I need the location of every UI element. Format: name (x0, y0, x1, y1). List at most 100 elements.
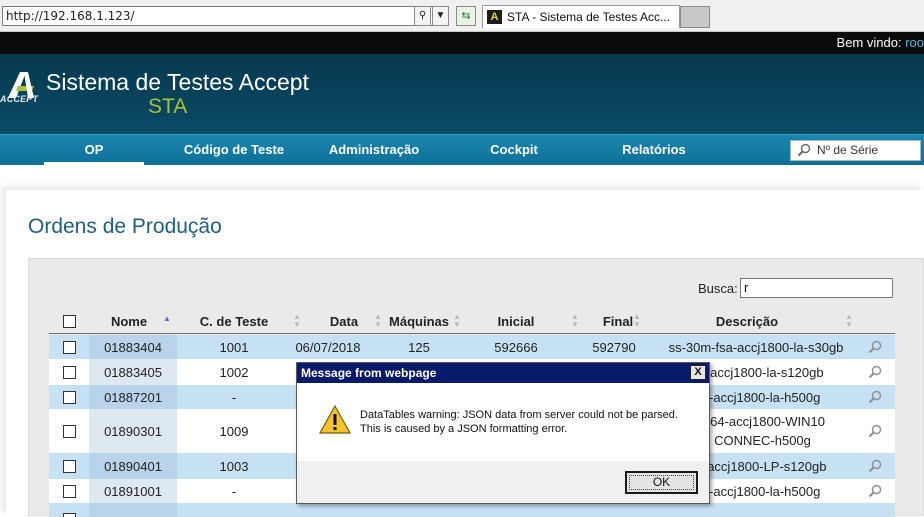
row-checkbox[interactable] (62, 340, 76, 354)
refresh-icon[interactable]: ⇆ (456, 6, 476, 26)
row-select-cell (49, 385, 89, 409)
cell-nome: 01887201 (89, 385, 177, 409)
row-checkbox[interactable] (62, 390, 76, 404)
dialog-title: Message from webpage (301, 366, 437, 380)
col-inicial[interactable]: Inicial (471, 309, 561, 333)
select-all-checkbox[interactable] (62, 314, 76, 328)
dialog-message-line2: This is caused by a JSON formatting erro… (360, 423, 568, 435)
browser-toolbar: http://192.168.1.123/ ⚲ ▼ ⇆ A STA - Sist… (0, 0, 924, 32)
sort-both-icon: ▲ ▼ (571, 312, 579, 329)
welcome-text: Bem vindo: roo (837, 35, 924, 50)
search-label: Busca: (698, 281, 738, 296)
view-cell (861, 479, 889, 503)
ok-button[interactable]: OK (625, 471, 698, 494)
nav-administracao[interactable]: Administração (322, 135, 426, 166)
view-cell (861, 335, 889, 359)
app-title: Sistema de Testes Accept (46, 69, 309, 95)
logo-text: ACCEPT (0, 94, 39, 104)
view-cell (861, 453, 889, 479)
cell-maquinas: 125 (408, 339, 430, 355)
app-subtitle: STA (148, 95, 188, 118)
col-teste[interactable]: C. de Teste (185, 309, 283, 333)
cell-teste: 1009 (219, 423, 249, 439)
table-row[interactable]: 01883404 1001 06/07/2018 125 592666 5927… (49, 335, 895, 359)
nav-op[interactable]: OP (44, 135, 144, 166)
cell-descricao-line2: D CONNEC-h500g (701, 433, 811, 448)
magnifier-icon[interactable] (868, 390, 882, 404)
cell-teste: 1003 (219, 458, 249, 474)
col-data[interactable]: Data (305, 309, 383, 333)
address-search-icon[interactable]: ⚲ (414, 6, 431, 26)
close-icon[interactable]: X (690, 365, 706, 380)
cell-teste: - (231, 389, 237, 405)
nav-cockpit[interactable]: Cockpit (478, 135, 550, 166)
select-all-cell (49, 309, 89, 333)
row-checkbox[interactable] (62, 365, 76, 379)
address-bar[interactable]: http://192.168.1.123/ (2, 6, 448, 26)
table-search-input[interactable]: r (740, 278, 893, 298)
col-final[interactable]: Final (585, 309, 651, 333)
cell-data: 06/07/2018 (295, 339, 361, 355)
welcome-label: Bem vindo: (836, 35, 902, 50)
table-header: Nome ▲ C. de Teste ▲ ▼ Data ▲ ▼ Máquinas ▲… (49, 309, 895, 334)
sort-both-icon: ▲ ▼ (293, 312, 301, 329)
cell-inicial: 592666 (494, 339, 538, 355)
cell-nome: 01890301 (89, 409, 177, 453)
sort-both-icon: ▲ ▼ (453, 312, 461, 329)
row-select-cell (49, 409, 89, 453)
welcome-bar: Bem vindo: roo (0, 32, 924, 54)
sort-asc-icon: ▲ (163, 314, 171, 323)
nav-codigo-teste[interactable]: Código de Teste (176, 135, 292, 166)
page-title: Ordens de Produção (28, 215, 222, 238)
nav-relatorios[interactable]: Relatórios (612, 135, 696, 166)
row-select-cell (49, 359, 89, 385)
row-select-cell (49, 503, 89, 517)
view-cell (861, 385, 889, 409)
row-select-cell (49, 453, 89, 479)
serial-search-input[interactable]: Nº de Série (790, 140, 921, 161)
row-checkbox[interactable] (62, 424, 76, 438)
sort-both-icon: ▲ ▼ (845, 312, 853, 329)
dialog-title-bar: Message from webpage X (297, 363, 709, 383)
row-checkbox[interactable] (62, 459, 76, 473)
col-maquinas[interactable]: Máquinas (377, 309, 461, 333)
cell-teste: 1002 (219, 364, 249, 380)
app-header: ACCEPT Sistema de Testes Accept STA (0, 54, 924, 134)
magnifier-icon[interactable] (868, 459, 882, 473)
cell-nome: 01883404 (89, 335, 177, 359)
col-descricao[interactable]: Descrição (649, 309, 845, 333)
serial-search-placeholder: Nº de Série (817, 143, 879, 157)
tab-title: STA - Sistema de Testes Acc... (507, 10, 670, 24)
alert-dialog: Message from webpage X DataTables warnin… (296, 362, 710, 504)
row-checkbox[interactable] (62, 513, 76, 517)
search-icon (797, 143, 811, 157)
col-nome[interactable]: Nome (89, 309, 169, 333)
table-row[interactable] (49, 503, 895, 517)
warning-icon (319, 405, 351, 434)
cell-final: 592790 (592, 339, 636, 355)
magnifier-icon[interactable] (868, 340, 882, 354)
tab-favicon-icon: A (487, 10, 502, 24)
cell-nome (89, 503, 177, 517)
cell-nome: 01890401 (89, 453, 177, 479)
magnifier-icon[interactable] (868, 424, 882, 438)
magnifier-icon[interactable] (868, 484, 882, 498)
address-dropdown-icon[interactable]: ▼ (432, 6, 449, 26)
user-link[interactable]: roo (905, 35, 924, 50)
row-checkbox[interactable] (62, 484, 76, 498)
cell-descricao: ss-30m-fsa-accj1800-la-s30gb (668, 339, 844, 355)
view-cell (861, 409, 889, 453)
dialog-body: DataTables warning: JSON data from serve… (297, 383, 709, 461)
cell-nome: 01891001 (89, 479, 177, 503)
view-cell (861, 359, 889, 385)
cell-teste: - (231, 483, 237, 499)
row-select-cell (49, 335, 89, 359)
new-tab-button[interactable] (680, 6, 710, 28)
magnifier-icon[interactable] (868, 365, 882, 379)
dialog-message-line1: DataTables warning: JSON data from serve… (360, 409, 678, 421)
browser-tab[interactable]: A STA - Sistema de Testes Acc... (482, 5, 680, 28)
sort-both-icon: ▲ ▼ (633, 312, 641, 329)
cell-nome: 01883405 (89, 359, 177, 385)
cell-teste: 1001 (219, 339, 249, 355)
main-nav: OP Código de Teste Administração Cockpit… (0, 134, 924, 166)
